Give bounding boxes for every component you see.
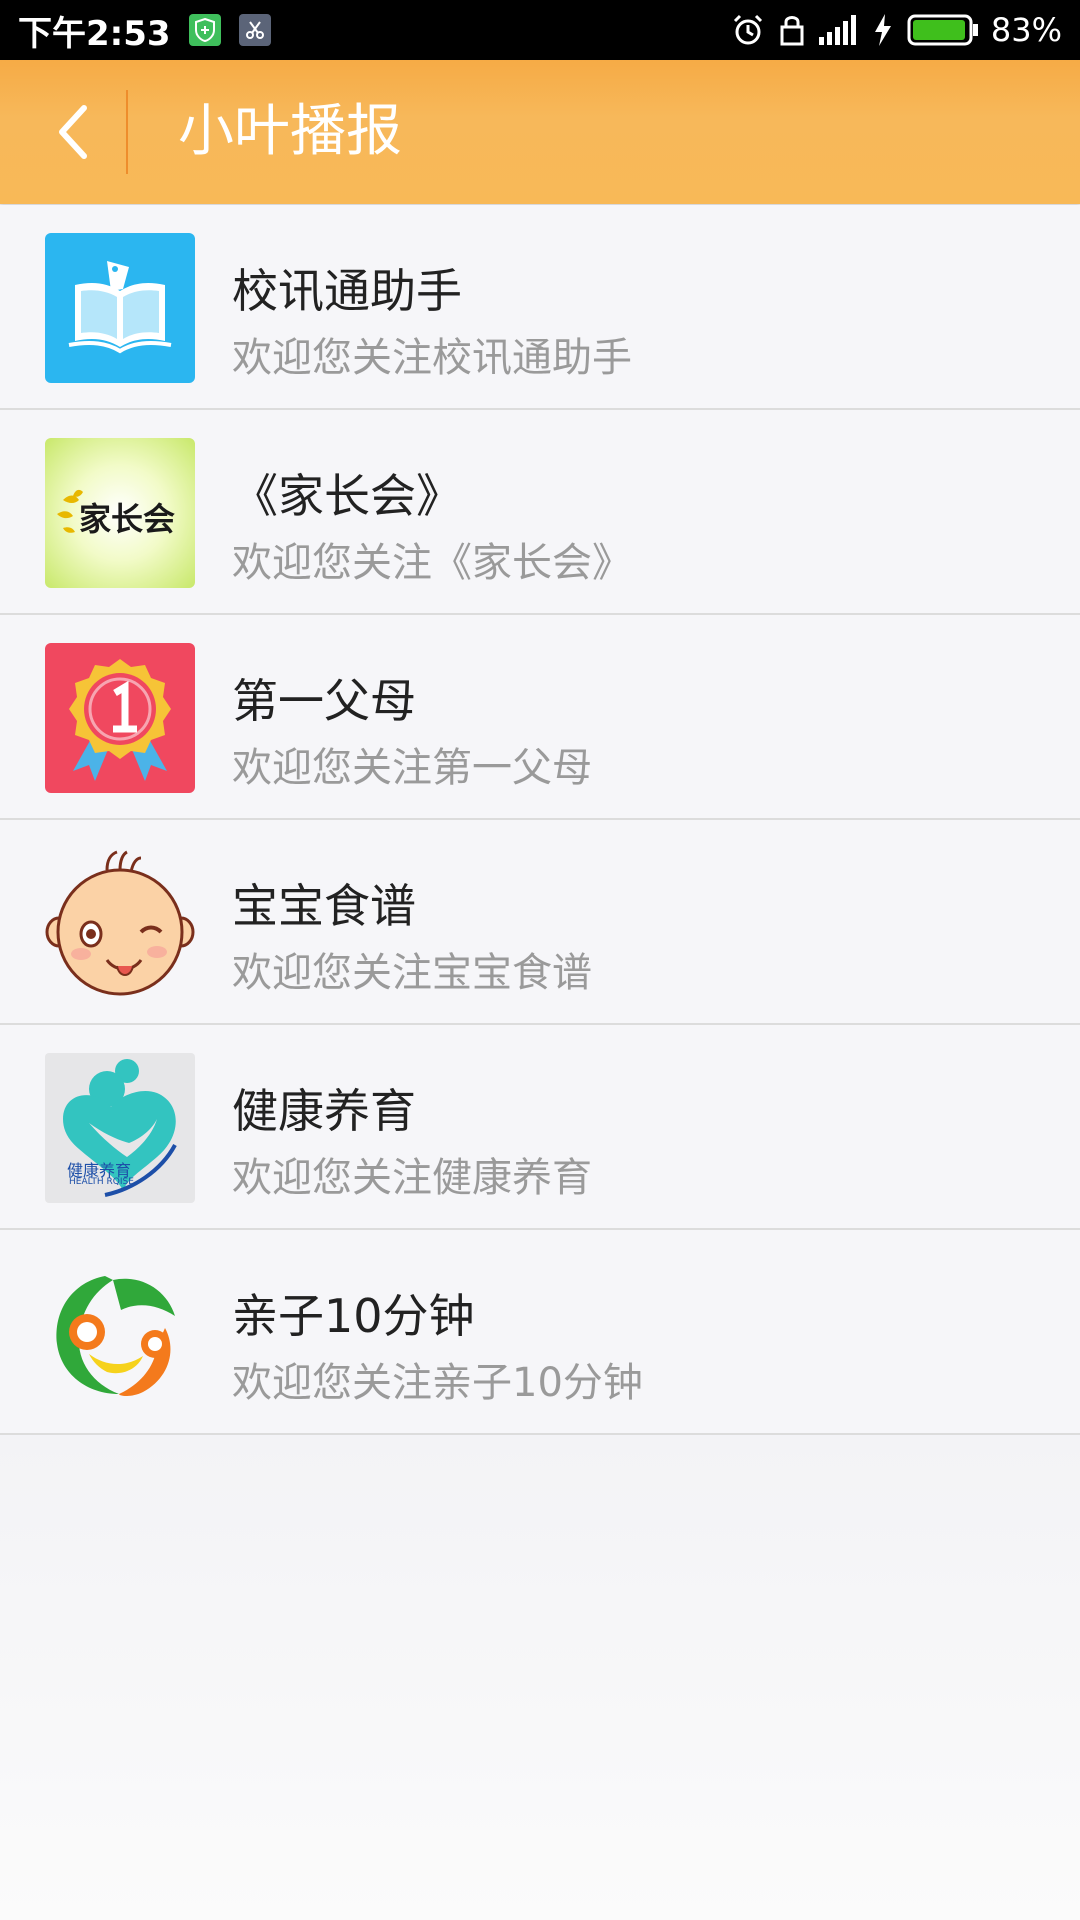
app-bar-divider xyxy=(126,90,128,174)
list-item-diyifumu[interactable]: 第一父母 欢迎您关注第一父母 xyxy=(0,615,1080,820)
jiazhanghui-logo: 家长会 xyxy=(45,438,195,588)
medal-icon xyxy=(45,643,195,793)
item-subtitle: 欢迎您关注校讯通助手 xyxy=(232,335,632,381)
status-time: 下午2:53 xyxy=(18,13,171,54)
item-title: 健康养育 xyxy=(232,1084,416,1138)
back-button[interactable] xyxy=(30,90,114,174)
empty-area xyxy=(0,1436,1080,1920)
item-title: 校讯通助手 xyxy=(232,264,462,318)
jiazhanghui-logo-text: 家长会 xyxy=(79,500,176,538)
health-raise-logo: 健康养育 HEALTH RQISE xyxy=(45,1053,195,1203)
shield-app-icon xyxy=(188,14,221,46)
item-title: 亲子10分钟 xyxy=(232,1289,475,1343)
list-item-jiankangyangyu[interactable]: 健康养育 HEALTH RQISE 健康养育 欢迎您关注健康养育 xyxy=(0,1025,1080,1230)
item-subtitle: 欢迎您关注宝宝食谱 xyxy=(232,950,592,996)
item-subtitle: 欢迎您关注第一父母 xyxy=(232,745,592,791)
charging-bolt-icon xyxy=(874,14,891,46)
item-subtitle: 欢迎您关注亲子10分钟 xyxy=(232,1360,643,1406)
open-book-icon xyxy=(45,233,195,383)
list-item-xiaoxuntong[interactable]: 校讯通助手 欢迎您关注校讯通助手 xyxy=(0,205,1080,410)
baby-face-icon xyxy=(45,848,195,998)
item-title: 第一父母 xyxy=(232,674,416,728)
battery-icon xyxy=(907,14,978,46)
chevron-left-icon xyxy=(59,105,87,159)
alarm-icon xyxy=(733,14,762,45)
item-title: 《家长会》 xyxy=(232,469,462,523)
parent-child-logo xyxy=(45,1258,195,1408)
status-bar: 下午2:53 83% xyxy=(0,0,1080,60)
health-raise-logo-subtext: HEALTH RQISE xyxy=(69,1177,134,1187)
item-subtitle: 欢迎您关注健康养育 xyxy=(232,1155,592,1201)
scissors-app-icon xyxy=(238,14,271,46)
signal-icon xyxy=(818,15,856,45)
list-item-jiazhanghui[interactable]: 家长会 《家长会》 欢迎您关注《家长会》 xyxy=(0,410,1080,615)
list-item-qinzi10fenzhong[interactable]: 亲子10分钟 欢迎您关注亲子10分钟 xyxy=(0,1230,1080,1435)
item-title: 宝宝食谱 xyxy=(232,879,416,933)
page-title: 小叶播报 xyxy=(178,99,402,164)
account-list: 校讯通助手 欢迎您关注校讯通助手 家长会 《家长会》 欢迎您关注《家长会》 第一… xyxy=(0,205,1080,1435)
item-subtitle: 欢迎您关注《家长会》 xyxy=(232,540,632,586)
app-bar: 小叶播报 xyxy=(0,60,1080,204)
battery-percentage: 83% xyxy=(990,11,1062,49)
list-item-baobaoshipu[interactable]: 宝宝食谱 欢迎您关注宝宝食谱 xyxy=(0,820,1080,1025)
lock-icon xyxy=(780,16,804,46)
